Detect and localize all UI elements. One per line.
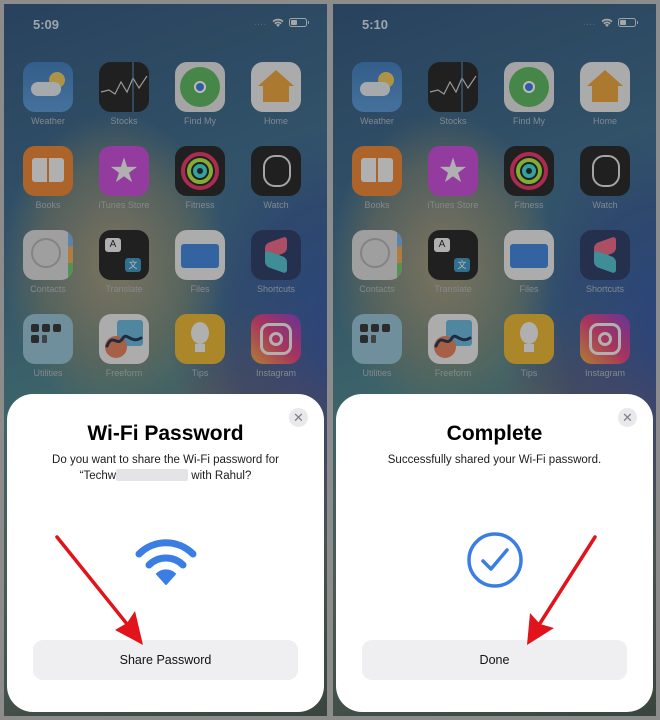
- sheet-title: Complete: [446, 422, 543, 445]
- screen-share-request: Weather Stocks Find My Home Books ★ iTunes Sto…: [4, 4, 327, 716]
- cellular-signal-icon: ....: [583, 18, 596, 27]
- done-button[interactable]: Done: [362, 640, 627, 680]
- subtitle-recipient: with Rahul?: [188, 470, 252, 482]
- sheet-subtitle: Successfully shared your Wi-Fi password.: [350, 452, 639, 468]
- status-time: 5:10: [362, 17, 389, 32]
- wifi-icon: [135, 539, 196, 585]
- share-password-button[interactable]: Share Password: [33, 640, 298, 680]
- status-bar: 5:09 ....: [4, 4, 327, 44]
- sheet-subtitle: Do you want to share the Wi-Fi password …: [21, 452, 310, 484]
- subtitle-line-1: Do you want to share the Wi-Fi password …: [52, 454, 279, 466]
- wifi-status-icon: [601, 18, 613, 27]
- network-name-visible: “Techw: [79, 470, 117, 482]
- redacted-network-name: [116, 469, 189, 481]
- wifi-password-sheet: ✕ Wi-Fi Password Do you want to share th…: [7, 394, 324, 712]
- battery-icon: [289, 18, 309, 27]
- complete-sheet: ✕ Complete Successfully shared your Wi-F…: [336, 394, 653, 712]
- screen-share-complete: Weather Stocks Find My Home Books ★ iTunes Sto…: [333, 4, 656, 716]
- checkmark-circle-icon: [466, 532, 523, 588]
- sheet-title: Wi-Fi Password: [87, 422, 244, 445]
- cellular-signal-icon: ....: [254, 18, 267, 27]
- battery-icon: [618, 18, 638, 27]
- wifi-status-icon: [272, 18, 284, 27]
- subtitle-line-1: Successfully shared your Wi-Fi password.: [387, 454, 602, 466]
- status-bar: 5:10 ....: [333, 4, 656, 44]
- status-time: 5:09: [33, 17, 60, 32]
